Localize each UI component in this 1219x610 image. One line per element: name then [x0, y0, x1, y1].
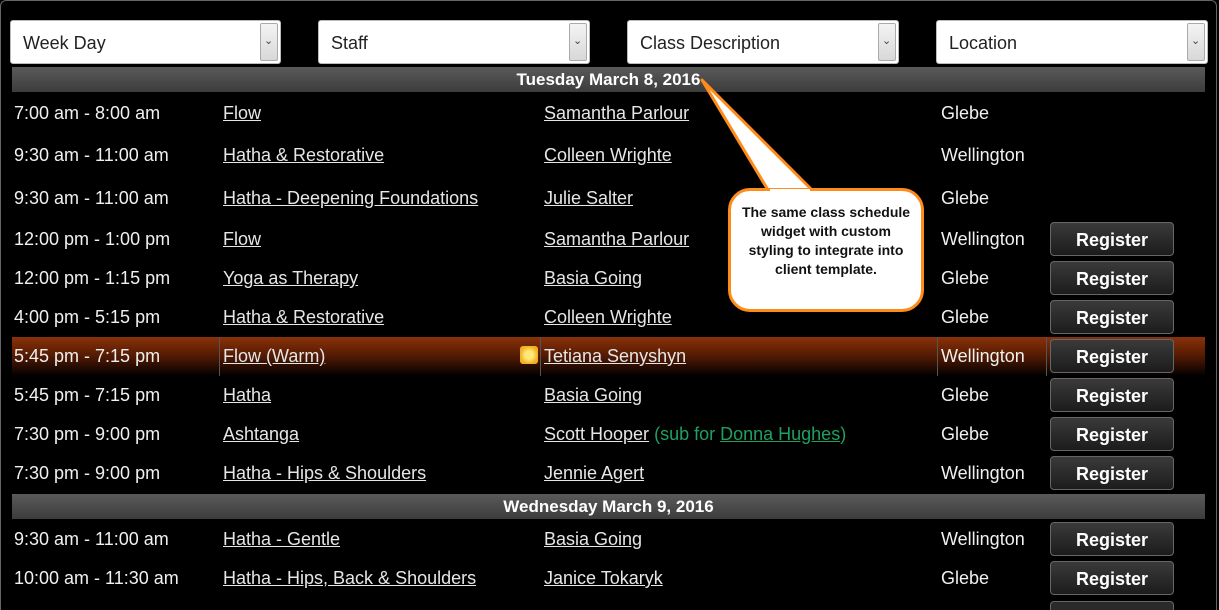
callout-annotation: The same class schedule widget with cust… — [728, 188, 924, 312]
callout-pointer — [700, 78, 814, 192]
